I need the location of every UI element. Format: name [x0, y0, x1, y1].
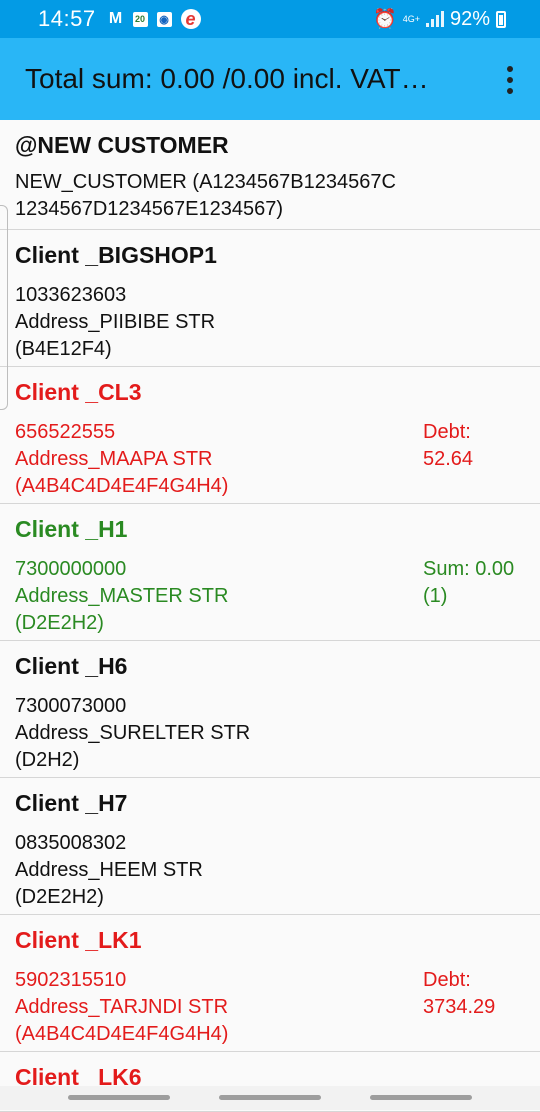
- app-bar: Total sum: 0.00 /0.00 incl. VAT…: [0, 38, 540, 120]
- list-item[interactable]: Client _H6 7300073000 Address_SURELTER STR…: [0, 641, 540, 778]
- customer-detail-line: (D2H2): [15, 749, 80, 771]
- alarm-icon: ⏰: [373, 9, 397, 30]
- more-vert-icon[interactable]: [500, 60, 520, 100]
- list-item[interactable]: Client _LK1 5902315510 Address_TARJNDI STR…: [0, 915, 540, 1052]
- system-icons: ⏰ 4G+ 92%: [373, 0, 506, 38]
- customer-name: Client _LK1: [15, 927, 142, 953]
- customer-details: 1033623603 Address_PIIBIBE STR (B4E12F4): [15, 282, 525, 363]
- customer-detail-line: (B4E12F4): [15, 338, 112, 360]
- customer-details: NEW_CUSTOMER (A1234567B1234567C 1234567D1…: [15, 169, 525, 223]
- debt-label: Debt: 3734.29: [423, 969, 496, 1018]
- network-type: 4G+: [402, 13, 420, 24]
- list-item[interactable]: Client _H7 0835008302 Address_HEEM STR (D2E…: [0, 778, 540, 915]
- customer-detail-line: (D2E2H2): [15, 612, 104, 634]
- customer-detail-line: Address_SURELTER STR: [15, 722, 251, 744]
- list-item[interactable]: @NEW CUSTOMER NEW_CUSTOMER (A1234567B1234…: [0, 120, 540, 230]
- customer-detail-line: 7300073000: [15, 695, 127, 717]
- customer-detail-line: Address_PIIBIBE STR: [15, 311, 216, 333]
- customer-name: @NEW CUSTOMER: [15, 132, 229, 158]
- navigation-bar: [0, 1086, 540, 1110]
- sum-label: Sum: 0.00 (1): [423, 558, 515, 607]
- customer-name: Client _H7: [15, 790, 128, 816]
- e-app-icon: e: [180, 9, 201, 29]
- gmail-icon: M: [108, 10, 123, 27]
- battery-icon: [496, 10, 506, 28]
- nav-recents-button[interactable]: [68, 1095, 170, 1100]
- customer-detail-line: (A4B4C4D4E4F4G4H4): [15, 475, 229, 497]
- nav-back-button[interactable]: [370, 1095, 472, 1100]
- edge-panel-handle[interactable]: [0, 205, 8, 410]
- battery-percent: 92%: [449, 7, 490, 30]
- debt-label: Debt: 52.64: [423, 421, 474, 470]
- signal-icon: [425, 11, 444, 27]
- customer-details: 7300073000 Address_SURELTER STR (D2H2): [15, 693, 525, 774]
- page-title: Total sum: 0.00 /0.00 incl. VAT…: [25, 63, 429, 94]
- customer-detail-line: (A4B4C4D4E4F4G4H4): [15, 1023, 229, 1045]
- customer-details: 0835008302 Address_HEEM STR (D2E2H2): [15, 830, 525, 911]
- list-item[interactable]: Client _CL3 656522555 Address_MAAPA STR (A4…: [0, 367, 540, 504]
- calendar-icon: 20: [132, 11, 148, 27]
- customer-detail-line: 1234567D1234567E1234567): [15, 198, 284, 220]
- status-time: 14:57: [38, 6, 96, 31]
- notification-icons: M 20 ◉ e: [108, 9, 201, 29]
- customer-list: @NEW CUSTOMER NEW_CUSTOMER (A1234567B1234…: [0, 120, 540, 1112]
- list-item[interactable]: Client _H1 7300000000 Address_MASTER STR (D…: [0, 504, 540, 641]
- customer-detail-line: 1033623603: [15, 284, 127, 306]
- customer-detail-line: 0835008302: [15, 832, 127, 854]
- customer-name: Client _H6: [15, 653, 128, 679]
- status-bar: 14:57 M 20 ◉ e ⏰ 4G+ 92%: [0, 0, 540, 38]
- customer-name: Client _CL3: [15, 379, 142, 405]
- app-icon: ◉: [156, 11, 172, 27]
- customer-detail-line: (D2E2H2): [15, 886, 104, 908]
- customer-detail-line: Address_HEEM STR: [15, 859, 203, 881]
- list-item[interactable]: Client _BIGSHOP1 1033623603 Address_PIIBIB…: [0, 230, 540, 367]
- customer-name: Client _BIGSHOP1: [15, 242, 217, 268]
- nav-home-button[interactable]: [219, 1095, 321, 1100]
- customer-name: Client _H1: [15, 516, 128, 542]
- customer-detail-line: NEW_CUSTOMER (A1234567B1234567C: [15, 171, 396, 193]
